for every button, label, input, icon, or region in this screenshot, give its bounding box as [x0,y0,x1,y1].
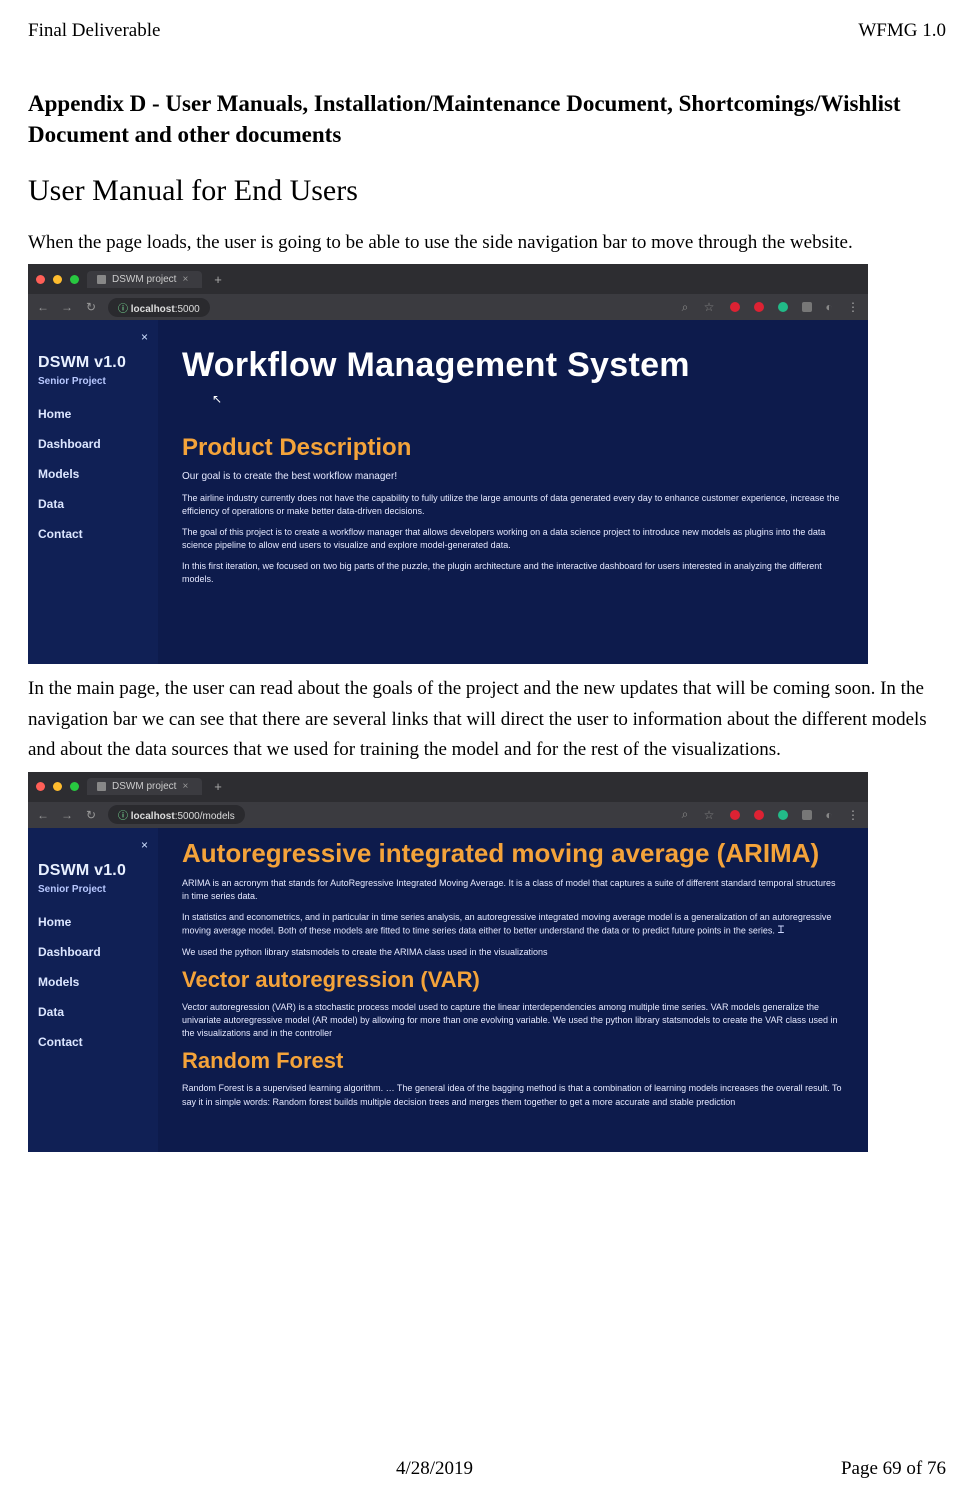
footer-page: Page 69 of 76 [841,1458,946,1480]
ext-icon[interactable] [802,810,812,820]
sidebar: × DSWM v1.0 Senior Project Home Dashboar… [28,320,158,664]
sidebar-close-icon[interactable]: × [38,330,148,344]
hero-heading: Workflow Management System [182,346,844,385]
sidebar-item-models[interactable]: Models [38,969,148,995]
url-host: localhost [131,304,175,315]
sidebar-item-models[interactable]: Models [38,461,148,487]
forward-icon[interactable]: → [60,808,74,822]
h-var: Vector autoregression (VAR) [182,967,844,993]
window-minimize-icon[interactable] [53,782,62,791]
window-maximize-icon[interactable] [70,782,79,791]
sidebar-item-home[interactable]: Home [38,401,148,427]
url-port: :5000 [175,304,200,315]
h2-product-description: Product Description [182,434,844,462]
menu-icon[interactable]: ⋮ [846,808,860,822]
paragraph: Vector autoregression (VAR) is a stochas… [182,1001,844,1040]
page-icon [97,275,106,284]
cursor-icon: ↖ [212,392,844,406]
url-field[interactable]: ⓘ localhost:5000 [108,298,210,317]
paragraph: ARIMA is an acronym that stands for Auto… [182,877,844,903]
lead-text: Our goal is to create the best workflow … [182,470,844,485]
window-close-icon[interactable] [36,275,45,284]
intro-paragraph-1: When the page loads, the user is going t… [28,228,946,258]
page-header: Final Deliverable WFMG 1.0 [28,20,946,42]
page-icon [97,782,106,791]
sidebar-title: DSWM v1.0 [38,354,148,372]
header-left: Final Deliverable [28,20,160,42]
paragraph: The airline industry currently does not … [182,492,844,518]
ext-icon[interactable] [778,810,788,820]
intro-paragraph-2: In the main page, the user can read abou… [28,674,946,765]
search-icon[interactable]: ⌕ [678,807,692,822]
ext-icon[interactable] [778,302,788,312]
paragraph: Random Forest is a supervised learning a… [182,1082,844,1108]
sidebar-item-home[interactable]: Home [38,909,148,935]
sidebar-subtitle: Senior Project [38,884,148,895]
browser-tab-bar: DSWM project × + [28,264,868,294]
back-icon[interactable]: ← [36,300,50,314]
star-icon[interactable]: ☆ [702,300,716,314]
close-tab-icon[interactable]: × [182,274,188,285]
new-tab-icon[interactable]: + [214,272,222,287]
sidebar-item-dashboard[interactable]: Dashboard [38,431,148,457]
screenshot-home: DSWM project × + ← → ↻ ⓘ localhost:5000 … [28,264,868,664]
url-field[interactable]: ⓘ localhost:5000/models [108,805,245,824]
reload-icon[interactable]: ↻ [84,300,98,314]
profile-icon[interactable]: ◐ [822,300,836,314]
window-close-icon[interactable] [36,782,45,791]
page-content: Autoregressive integrated moving average… [158,828,868,1152]
new-tab-icon[interactable]: + [214,779,222,794]
browser-tab[interactable]: DSWM project × [87,778,202,795]
info-icon: ⓘ [118,304,128,315]
forward-icon[interactable]: → [60,300,74,314]
ext-icon[interactable] [754,302,764,312]
url-path: :5000/models [175,811,235,822]
url-host: localhost [131,811,175,822]
footer-date: 4/28/2019 [396,1458,473,1480]
paragraph: In this first iteration, we focused on t… [182,560,844,586]
sidebar: × DSWM v1.0 Senior Project Home Dashboar… [28,828,158,1152]
close-tab-icon[interactable]: × [182,781,188,792]
reload-icon[interactable]: ↻ [84,808,98,822]
profile-icon[interactable]: ◐ [822,808,836,822]
screenshot-models: DSWM project × + ← → ↻ ⓘ localhost:5000/… [28,772,868,1152]
sidebar-title: DSWM v1.0 [38,862,148,880]
text-cursor-icon: Ꮖ [778,924,785,939]
h-arima: Autoregressive integrated moving average… [182,838,844,869]
tab-title: DSWM project [112,274,176,285]
sidebar-item-contact[interactable]: Contact [38,521,148,547]
ext-icon[interactable] [802,302,812,312]
ext-icon[interactable] [730,810,740,820]
window-maximize-icon[interactable] [70,275,79,284]
h-rf: Random Forest [182,1048,844,1074]
section-heading: User Manual for End Users [28,174,946,208]
browser-address-bar: ← → ↻ ⓘ localhost:5000 ⌕ ☆ ◐ ⋮ [28,294,868,320]
paragraph: The goal of this project is to create a … [182,526,844,552]
menu-icon[interactable]: ⋮ [846,300,860,314]
search-icon[interactable]: ⌕ [678,300,692,315]
tab-title: DSWM project [112,781,176,792]
sidebar-item-dashboard[interactable]: Dashboard [38,939,148,965]
sidebar-item-data[interactable]: Data [38,999,148,1025]
sidebar-item-data[interactable]: Data [38,491,148,517]
browser-tab-bar: DSWM project × + [28,772,868,802]
page-content: Workflow Management System ↖ Product Des… [158,320,868,664]
header-right: WFMG 1.0 [858,20,946,42]
window-minimize-icon[interactable] [53,275,62,284]
browser-address-bar: ← → ↻ ⓘ localhost:5000/models ⌕ ☆ ◐ ⋮ [28,802,868,828]
info-icon: ⓘ [118,811,128,822]
page-footer: 4/28/2019 Page 69 of 76 [28,1458,946,1480]
appendix-heading: Appendix D - User Manuals, Installation/… [28,88,946,150]
sidebar-close-icon[interactable]: × [38,838,148,852]
paragraph: In statistics and econometrics, and in p… [182,911,844,939]
paragraph: We used the python library statsmodels t… [182,946,844,959]
ext-icon[interactable] [754,810,764,820]
ext-icon[interactable] [730,302,740,312]
sidebar-item-contact[interactable]: Contact [38,1029,148,1055]
star-icon[interactable]: ☆ [702,808,716,822]
browser-tab[interactable]: DSWM project × [87,271,202,288]
back-icon[interactable]: ← [36,808,50,822]
sidebar-subtitle: Senior Project [38,376,148,387]
